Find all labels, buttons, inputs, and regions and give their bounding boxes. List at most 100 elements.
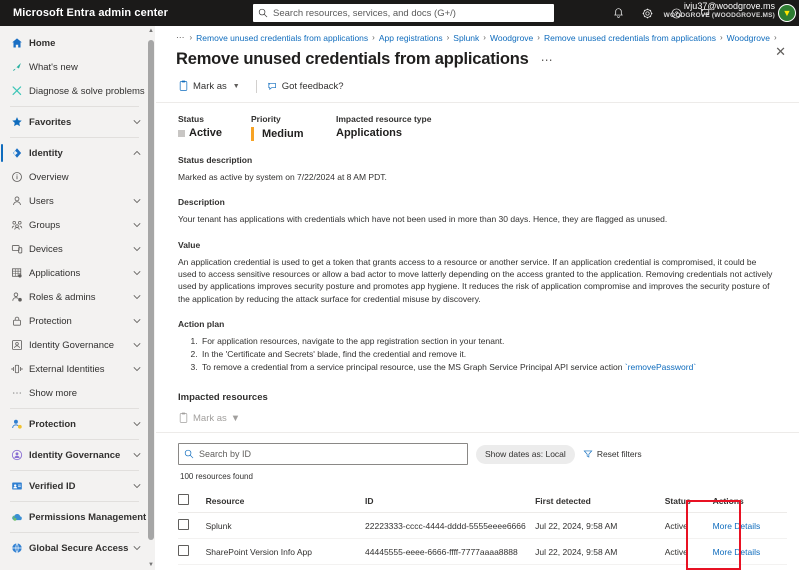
sidebar-item-diagnose-solve-problems[interactable]: Diagnose & solve problems: [0, 79, 147, 103]
priority-value-wrap: Medium: [251, 127, 336, 141]
sidebar-item-applications[interactable]: Applications: [0, 261, 147, 285]
table-row[interactable]: Splunk 22223333-cccc-4444-dddd-5555eeee66…: [178, 512, 787, 540]
row-checkbox[interactable]: [178, 519, 189, 531]
sidebar-item-show-more[interactable]: Show more: [0, 381, 147, 405]
impacted-resources-table-wrap: Resource ID First detected Status Action…: [156, 489, 799, 566]
sidebar-item-devices[interactable]: Devices: [0, 237, 147, 261]
sidebar-item-label: Verified ID: [29, 480, 76, 492]
external-identities-icon: [7, 363, 27, 375]
sidebar-item-global-secure-access[interactable]: Global Secure Access: [0, 536, 147, 560]
chevron-down-icon[interactable]: [131, 119, 147, 125]
sidebar-item-protection[interactable]: Protection: [0, 309, 147, 333]
search-by-id-box[interactable]: [178, 443, 468, 466]
more-details-link[interactable]: More Details: [713, 521, 761, 531]
sidebar-item-external-identities[interactable]: External Identities: [0, 357, 147, 381]
breadcrumb-overflow-icon[interactable]: ⋯: [176, 32, 186, 43]
chevron-down-icon[interactable]: [131, 222, 147, 228]
breadcrumb-separator-icon: ›: [372, 33, 375, 42]
chevron-down-icon[interactable]: [131, 421, 147, 427]
sidebar-item-permissions-management[interactable]: Permissions Management: [0, 505, 147, 529]
close-icon[interactable]: ✕: [775, 45, 786, 58]
priority-meta: Priority Medium: [251, 114, 336, 141]
scroll-up-arrow-icon[interactable]: ▲: [147, 26, 155, 36]
chevron-down-icon[interactable]: [131, 318, 147, 324]
remove-password-api-action: `removePassword`: [624, 362, 697, 373]
global-search-input[interactable]: [271, 7, 546, 19]
column-header-status[interactable]: Status: [664, 489, 713, 514]
action-plan-step-text: In the 'Certificate and Secrets' blade, …: [202, 349, 467, 360]
page-more-actions-icon[interactable]: ⋯: [541, 53, 554, 67]
sidebar-item-what-s-new[interactable]: What's new: [0, 55, 147, 79]
breadcrumb-separator-icon: ›: [773, 33, 777, 42]
settings-gear-icon[interactable]: [640, 6, 655, 21]
breadcrumb-item[interactable]: Woodgrove: [490, 33, 533, 43]
breadcrumb-item[interactable]: Remove unused credentials from applicati…: [544, 33, 716, 43]
sidebar-item-identity-governance[interactable]: Identity Governance: [0, 333, 147, 357]
avatar[interactable]: ▼: [778, 4, 796, 22]
sidebar-divider: [10, 501, 139, 502]
sidebar-item-users[interactable]: Users: [0, 189, 147, 213]
sidebar-item-identity[interactable]: Identity: [0, 141, 147, 165]
show-dates-as-button[interactable]: Show dates as: Local: [476, 444, 575, 464]
command-divider: [255, 79, 257, 93]
chevron-down-icon[interactable]: [131, 342, 147, 348]
priority-label: Priority: [251, 114, 281, 124]
account-info[interactable]: ivju37@woodgrove.ms WOODGROVE (WOODGROVE…: [664, 1, 775, 19]
cell-id: 44445555-eeee-6666-ffff-7777aaaa8888: [365, 538, 536, 566]
sidebar-item-favorites[interactable]: Favorites: [0, 110, 147, 134]
chevron-up-icon[interactable]: [131, 150, 147, 156]
chevron-down-icon: ▼: [232, 82, 240, 90]
breadcrumb-item[interactable]: Woodgrove: [727, 33, 770, 43]
sidebar-item-label: Roles & admins: [29, 291, 96, 303]
more-details-link[interactable]: More Details: [713, 547, 761, 557]
left-navigation-sidebar[interactable]: Home What's new Diagnose & solve problems F…: [0, 26, 147, 570]
sidebar-scrollbar[interactable]: ▲ ▼: [147, 26, 155, 570]
search-by-id-input[interactable]: [199, 449, 457, 460]
row-checkbox[interactable]: [178, 545, 189, 557]
breadcrumb-separator-icon: ›: [446, 33, 450, 42]
chevron-down-icon[interactable]: [131, 198, 147, 204]
resource-type-meta: Impacted resource type Applications: [336, 114, 431, 141]
top-navigation-bar: Microsoft Entra admin center Search reso…: [0, 0, 799, 26]
sidebar-scrollbar-thumb[interactable]: [148, 40, 154, 540]
got-feedback-button[interactable]: Got feedback?: [267, 79, 350, 94]
command-bar: Mark as ▼ Got feedback?: [156, 69, 799, 94]
scroll-down-arrow-icon[interactable]: ▼: [147, 560, 155, 570]
sidebar-item-overview[interactable]: Overview: [0, 165, 147, 189]
sidebar-divider: [10, 439, 139, 440]
column-header-id[interactable]: ID: [365, 489, 536, 514]
chevron-down-icon[interactable]: [131, 452, 147, 458]
cell-first-detected: Jul 22, 2024, 9:58 AM: [535, 538, 665, 566]
mark-as-button[interactable]: Mark as ▼: [178, 78, 246, 94]
sidebar-item-protection[interactable]: Protection: [0, 412, 147, 436]
breadcrumb-separator-icon: ›: [483, 33, 486, 42]
select-all-checkbox[interactable]: [178, 494, 189, 506]
sidebar-item-groups[interactable]: Groups: [0, 213, 147, 237]
app-brand-title: Microsoft Entra admin center: [13, 7, 168, 19]
breadcrumb-item[interactable]: Splunk: [453, 33, 479, 43]
chevron-down-icon[interactable]: [131, 545, 147, 551]
impacted-mark-as-button[interactable]: Mark as ▼: [178, 412, 240, 424]
reset-filters-button[interactable]: Reset filters: [583, 449, 642, 459]
protection-person-icon: [7, 418, 27, 430]
column-header-actions[interactable]: Actions: [712, 489, 787, 514]
sidebar-item-identity-governance[interactable]: Identity Governance: [0, 443, 147, 467]
chevron-down-icon[interactable]: [131, 483, 147, 489]
column-header-resource[interactable]: Resource: [205, 489, 366, 514]
breadcrumb-separator-icon: ›: [189, 33, 193, 42]
column-header-first-detected[interactable]: First detected: [535, 489, 665, 514]
chevron-down-icon[interactable]: [131, 270, 147, 276]
sidebar-item-roles-admins[interactable]: Roles & admins: [0, 285, 147, 309]
notifications-icon[interactable]: [611, 6, 626, 21]
chevron-down-icon[interactable]: [131, 246, 147, 252]
table-row[interactable]: SharePoint Version Info App 44445555-eeee…: [178, 538, 787, 566]
breadcrumb-item[interactable]: Remove unused credentials from applicati…: [196, 33, 368, 43]
breadcrumb-item[interactable]: App registrations: [379, 33, 443, 43]
global-search-box[interactable]: [253, 4, 554, 22]
home-icon: [7, 37, 27, 49]
chevron-down-icon[interactable]: [131, 294, 147, 300]
sidebar-item-label: Identity Governance: [29, 449, 121, 461]
chevron-down-icon[interactable]: [131, 366, 147, 372]
sidebar-item-verified-id[interactable]: Verified ID: [0, 474, 147, 498]
sidebar-item-home[interactable]: Home: [0, 31, 147, 55]
